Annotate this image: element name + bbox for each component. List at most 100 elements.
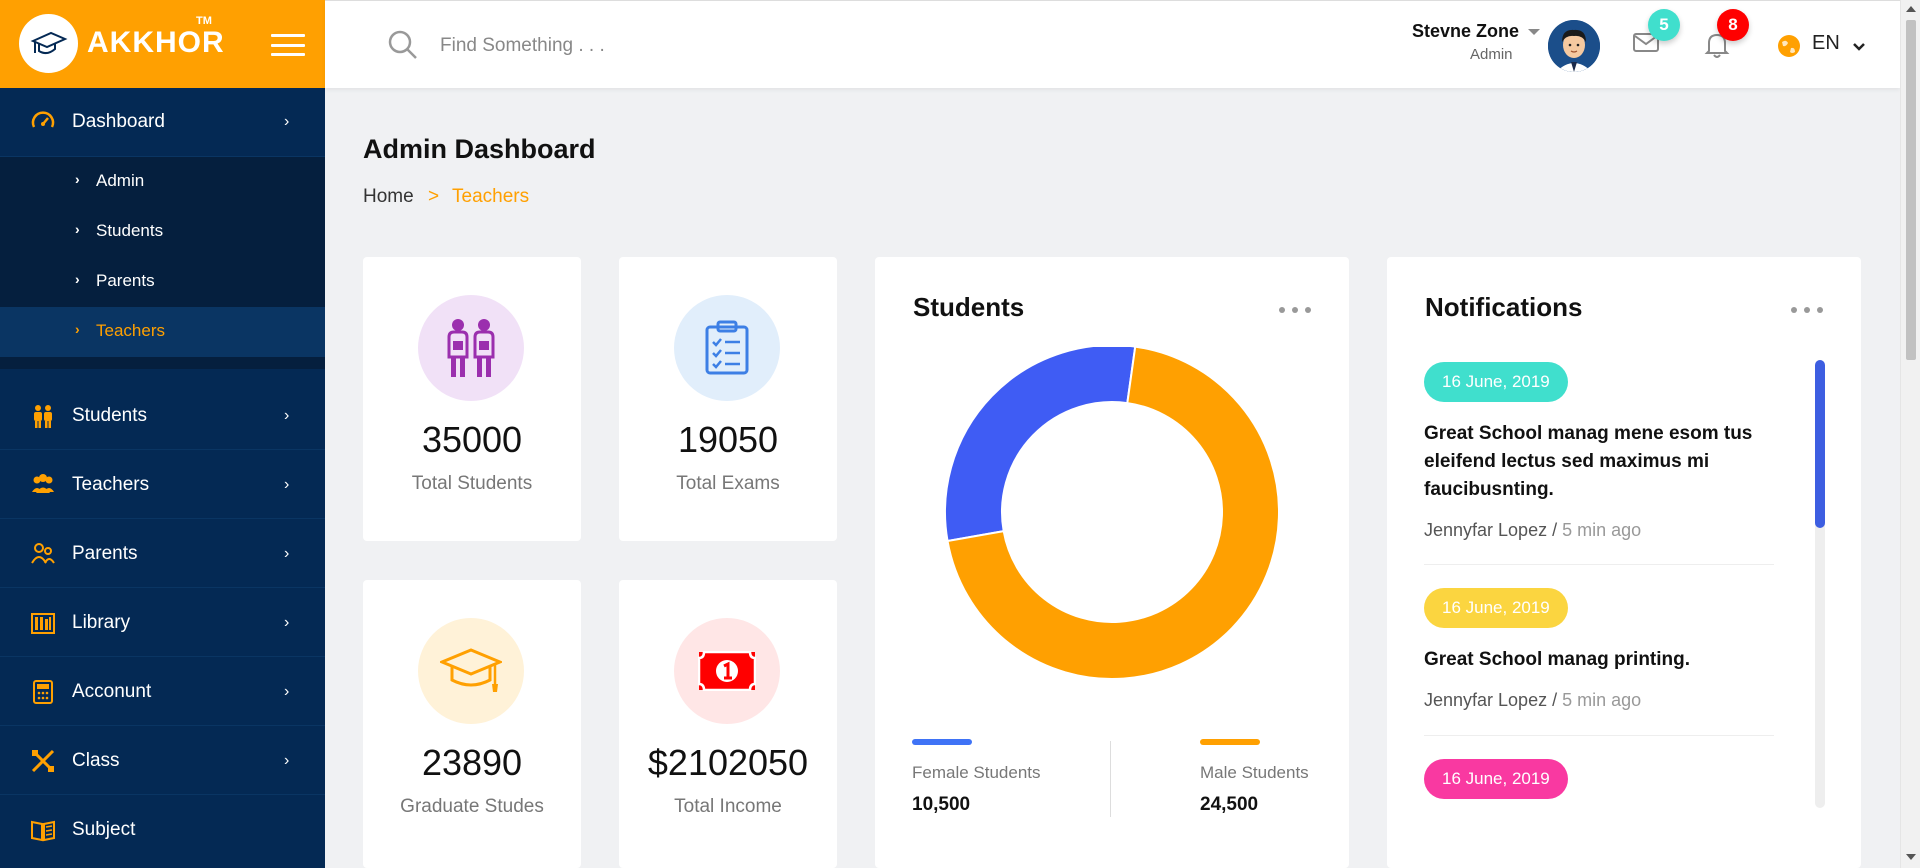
teachers-icon bbox=[29, 471, 57, 499]
notifications-card: Notifications 16 June, 2019 Great School… bbox=[1387, 257, 1861, 868]
stat-card-exams: 19050 Total Exams bbox=[619, 257, 837, 541]
clipboard-checklist-icon bbox=[674, 295, 780, 401]
male-legend-value: 24,500 bbox=[1200, 794, 1259, 815]
notification-meta: Jennyfar Lopez / 5 min ago bbox=[1424, 520, 1641, 541]
trademark: TM bbox=[196, 15, 212, 27]
notification-text[interactable]: Great School manag printing. bbox=[1424, 646, 1754, 674]
stat-label: Total Students bbox=[411, 473, 533, 494]
brand-bar: AKKHOR TM bbox=[0, 0, 325, 88]
language-selector[interactable]: EN bbox=[1812, 32, 1840, 55]
top-header: Stevne Zone Admin 5 8 EN bbox=[325, 0, 1900, 88]
sidebar-item-label: Teachers bbox=[72, 473, 150, 495]
chevron-right-icon: › bbox=[284, 406, 290, 424]
legend-divider bbox=[1110, 741, 1111, 817]
stat-value: 19050 bbox=[677, 419, 779, 460]
search-input[interactable] bbox=[440, 29, 840, 63]
notifications-badge[interactable]: 8 bbox=[1717, 9, 1749, 41]
dashboard-icon bbox=[29, 108, 57, 136]
male-legend-swatch bbox=[1200, 739, 1260, 745]
sidebar-item-account[interactable]: Acconunt › bbox=[0, 658, 325, 726]
submenu-label: Students bbox=[96, 221, 164, 240]
submenu-item-parents[interactable]: › Parents bbox=[0, 257, 325, 307]
chevron-right-icon: › bbox=[284, 544, 290, 562]
stat-card-income: $2102050 Total Income bbox=[619, 580, 837, 868]
notification-author: Jennyfar Lopez / bbox=[1424, 520, 1558, 540]
globe-icon[interactable] bbox=[1777, 34, 1801, 63]
sidebar-item-label: Class bbox=[72, 749, 120, 771]
breadcrumb-separator: > bbox=[428, 186, 440, 207]
more-options-icon[interactable] bbox=[1791, 307, 1823, 315]
stat-card-students: 35000 Total Students bbox=[363, 257, 581, 541]
chevron-right-icon: › bbox=[284, 113, 290, 130]
dashboard-submenu: › Admin › Students › Parents › Teachers bbox=[0, 157, 325, 369]
scroll-thumb[interactable] bbox=[1906, 20, 1916, 360]
chevron-right-icon: › bbox=[284, 682, 290, 700]
sidebar-item-students[interactable]: Students › bbox=[0, 382, 325, 450]
card-title: Students bbox=[913, 292, 1025, 322]
submenu-item-teachers[interactable]: › Teachers bbox=[0, 307, 325, 357]
submenu-item-admin[interactable]: › Admin bbox=[0, 157, 325, 207]
chevron-right-icon: › bbox=[75, 171, 80, 187]
sidebar-item-parents[interactable]: Parents › bbox=[0, 520, 325, 588]
students-pair-icon bbox=[418, 295, 524, 401]
submenu-label: Parents bbox=[96, 271, 155, 290]
donut-slice-female-students[interactable] bbox=[944, 347, 1137, 543]
submenu-label: Admin bbox=[96, 171, 145, 190]
chevron-right-icon: › bbox=[284, 613, 290, 631]
notification-time: 5 min ago bbox=[1562, 520, 1642, 540]
students-chart-card: Students Female Students 10,500 Male Stu… bbox=[875, 257, 1349, 868]
stat-label: Graduate Studes bbox=[400, 796, 544, 817]
chevron-right-icon: › bbox=[75, 321, 80, 337]
graduation-cap-icon bbox=[418, 618, 524, 724]
sidebar-item-teachers[interactable]: Teachers › bbox=[0, 451, 325, 519]
subject-icon bbox=[29, 816, 57, 844]
breadcrumb-current: Teachers bbox=[452, 186, 530, 207]
notification-date-badge: 16 June, 2019 bbox=[1424, 588, 1568, 628]
sidebar-item-label: Parents bbox=[72, 542, 138, 564]
chevron-right-icon: › bbox=[75, 271, 80, 287]
students-donut-chart bbox=[944, 347, 1280, 680]
account-icon bbox=[29, 678, 57, 706]
notification-time: 5 min ago bbox=[1562, 690, 1642, 710]
sidebar: AKKHOR TM Dashboard › › Admin › Students… bbox=[0, 0, 325, 868]
sidebar-item-label: Library bbox=[72, 611, 131, 633]
brand-name[interactable]: AKKHOR bbox=[87, 26, 225, 60]
menu-toggle-icon[interactable] bbox=[271, 34, 305, 56]
sidebar-item-label: Acconunt bbox=[72, 680, 152, 702]
notification-date-badge: 16 June, 2019 bbox=[1424, 362, 1568, 402]
messages-badge[interactable]: 5 bbox=[1648, 9, 1680, 41]
page-scrollbar[interactable] bbox=[1900, 0, 1920, 868]
search-icon[interactable] bbox=[387, 29, 419, 66]
sidebar-item-label: Students bbox=[72, 404, 147, 426]
male-legend-label: Male Students bbox=[1200, 763, 1309, 782]
graduation-logo-icon[interactable] bbox=[19, 14, 78, 73]
notification-divider bbox=[1424, 735, 1774, 736]
scroll-up-icon[interactable] bbox=[1906, 6, 1916, 12]
user-name[interactable]: Stevne Zone bbox=[1412, 21, 1519, 42]
notification-divider bbox=[1424, 564, 1774, 565]
scroll-down-icon[interactable] bbox=[1906, 854, 1916, 860]
submenu-item-students[interactable]: › Students bbox=[0, 207, 325, 257]
parents-icon bbox=[29, 540, 57, 568]
notifications-scroll-thumb[interactable] bbox=[1815, 360, 1825, 528]
library-icon bbox=[29, 609, 57, 637]
money-bill-icon bbox=[674, 618, 780, 724]
sidebar-item-class[interactable]: Class › bbox=[0, 727, 325, 795]
card-title: Notifications bbox=[1425, 292, 1583, 322]
chevron-down-icon[interactable] bbox=[1852, 39, 1866, 57]
female-legend-swatch bbox=[912, 739, 972, 745]
female-legend-value: 10,500 bbox=[912, 794, 971, 815]
sidebar-item-library[interactable]: Library › bbox=[0, 589, 325, 657]
notification-text[interactable]: Great School manag mene esom tus eleifen… bbox=[1424, 420, 1754, 504]
more-options-icon[interactable] bbox=[1279, 307, 1311, 315]
sidebar-item-dashboard[interactable]: Dashboard › bbox=[0, 88, 325, 157]
stat-value: 23890 bbox=[421, 742, 523, 783]
breadcrumb-home[interactable]: Home bbox=[363, 186, 414, 208]
user-role: Admin bbox=[1470, 46, 1513, 63]
sidebar-item-label: Subject bbox=[72, 819, 136, 840]
stat-card-graduates: 23890 Graduate Studes bbox=[363, 580, 581, 868]
caret-down-icon[interactable] bbox=[1528, 29, 1540, 35]
notification-author: Jennyfar Lopez / bbox=[1424, 690, 1558, 710]
avatar[interactable] bbox=[1548, 20, 1600, 72]
sidebar-item-subject[interactable]: Subject bbox=[0, 796, 325, 864]
